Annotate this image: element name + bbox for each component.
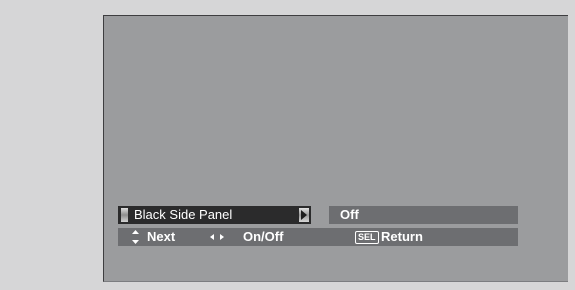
menu-item-label: Black Side Panel: [134, 207, 233, 222]
menu-value: Off: [340, 207, 359, 222]
return-label: Return: [381, 229, 423, 244]
up-down-arrows-icon: [132, 230, 139, 244]
help-bar: Next On/Off SEL Return: [118, 228, 518, 246]
tv-screen: Black Side Panel Off Next On/Off SEL Ret…: [103, 15, 568, 282]
right-arrow-icon[interactable]: [299, 208, 309, 222]
menu-value-box[interactable]: Off: [329, 206, 518, 224]
left-tab-icon: [121, 208, 128, 222]
sel-key-icon: SEL: [355, 231, 379, 244]
left-right-arrows-icon: [210, 234, 224, 240]
on-off-label: On/Off: [243, 229, 284, 244]
next-label: Next: [147, 229, 176, 244]
menu-row-black-side-panel[interactable]: Black Side Panel Off: [118, 206, 518, 224]
menu-item-black-side-panel[interactable]: Black Side Panel: [118, 206, 311, 224]
